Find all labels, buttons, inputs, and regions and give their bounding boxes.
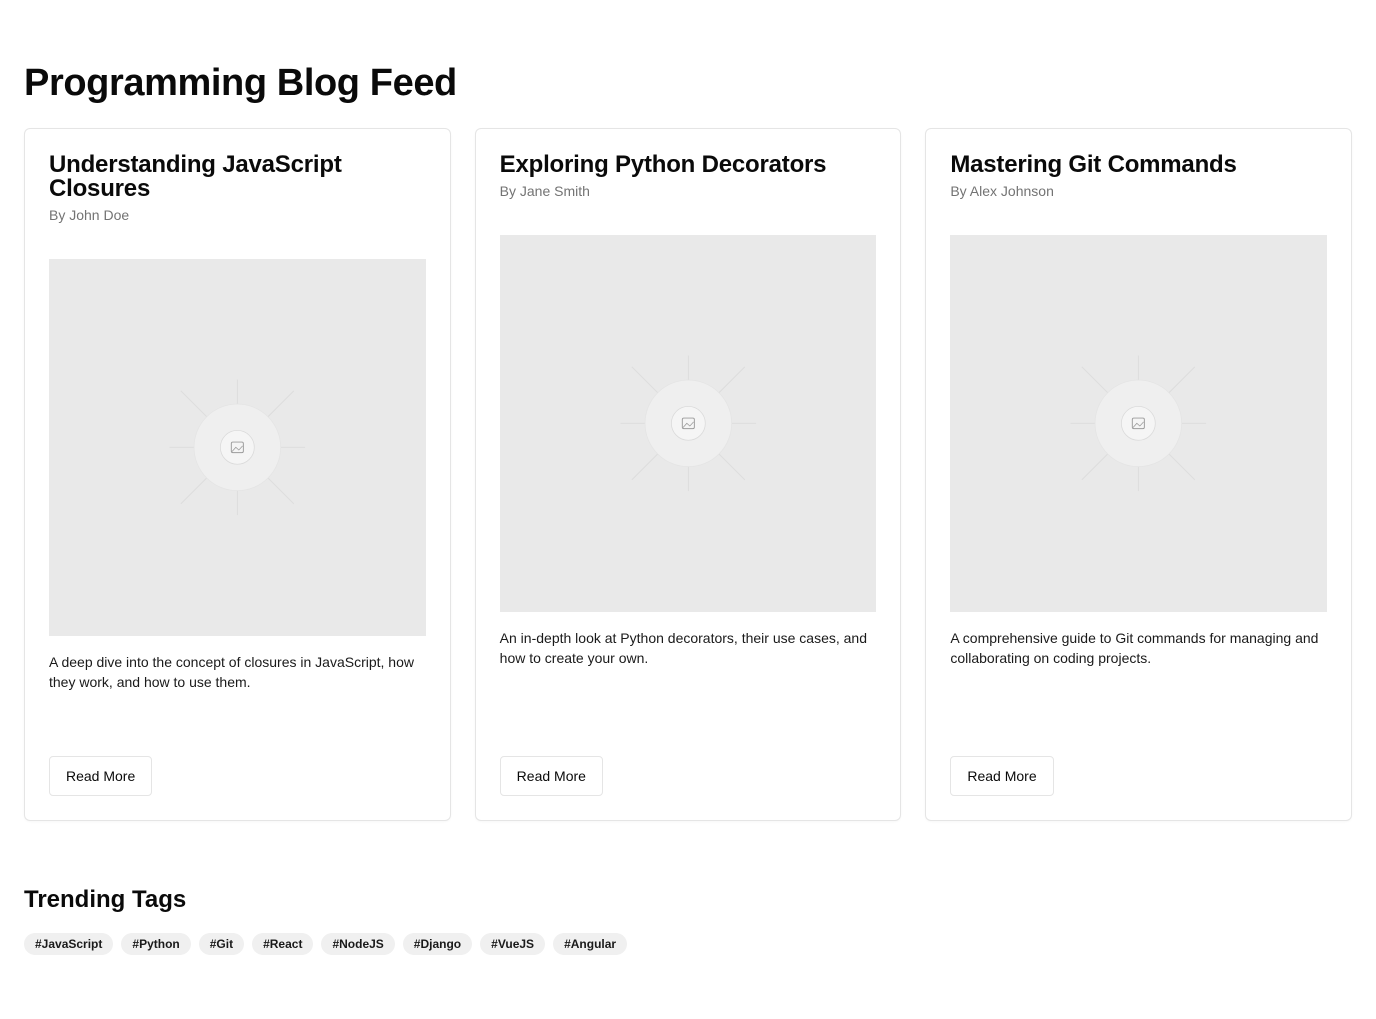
post-description: A deep dive into the concept of closures…	[49, 653, 414, 690]
tag-python[interactable]: #Python	[121, 933, 191, 955]
tag-javascript[interactable]: #JavaScript	[24, 933, 114, 955]
tag-vuejs[interactable]: #VueJS	[480, 933, 546, 955]
post-author: By Alex Johnson	[950, 183, 1054, 199]
post-card: Mastering Git Commands By Alex Johnson A…	[925, 128, 1353, 821]
trending-tags-title: Trending Tags	[24, 886, 187, 913]
post-title[interactable]: Understanding JavaScript Closures	[49, 153, 426, 201]
page-title: Programming Blog Feed	[24, 62, 457, 104]
image-placeholder-icon	[620, 355, 756, 492]
post-author: By John Doe	[49, 207, 130, 223]
post-description: An in-depth look at Python decorators, t…	[499, 629, 868, 666]
post-grid: Understanding JavaScript Closures By Joh…	[24, 128, 1353, 821]
post-image	[499, 235, 877, 612]
blog-feed-page: Programming Blog Feed Understanding Java…	[0, 0, 1376, 1019]
trending-tags-list: #JavaScript #Python #Git #React #NodeJS …	[24, 933, 628, 955]
tag-nodejs[interactable]: #NodeJS	[321, 933, 395, 955]
post-description: A comprehensive guide to Git commands fo…	[950, 629, 1319, 666]
tag-git[interactable]: #Git	[198, 933, 245, 955]
post-title[interactable]: Mastering Git Commands	[950, 153, 1327, 177]
post-title[interactable]: Exploring Python Decorators	[500, 153, 877, 177]
tag-angular[interactable]: #Angular	[553, 933, 628, 955]
image-placeholder-icon	[169, 379, 306, 516]
read-more-button[interactable]: Read More	[49, 756, 153, 796]
post-author: By Jane Smith	[499, 183, 590, 199]
image-placeholder-icon	[1070, 355, 1207, 492]
tag-django[interactable]: #Django	[402, 933, 473, 955]
post-image	[49, 259, 426, 636]
read-more-button[interactable]: Read More	[950, 756, 1054, 796]
post-card: Exploring Python Decorators By Jane Smit…	[474, 128, 902, 821]
post-image	[950, 235, 1328, 612]
read-more-button[interactable]: Read More	[499, 756, 603, 796]
tag-react[interactable]: #React	[252, 933, 314, 955]
post-card: Understanding JavaScript Closures By Joh…	[24, 128, 451, 821]
